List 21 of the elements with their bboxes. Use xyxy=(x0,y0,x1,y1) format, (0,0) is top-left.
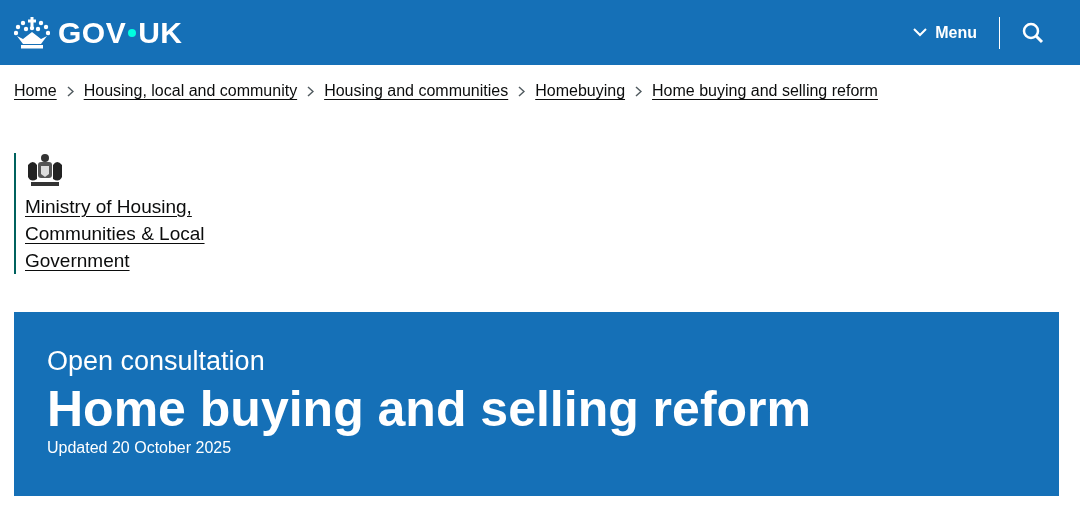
chevron-down-icon xyxy=(913,28,928,37)
dot-icon xyxy=(128,28,137,37)
menu-button[interactable]: Menu xyxy=(913,23,999,42)
page-caption: Open consultation xyxy=(47,346,266,377)
organisation-link[interactable]: Ministry of Housing, Communities & Local Government xyxy=(25,193,205,274)
breadcrumb-link[interactable]: Home buying and selling reform xyxy=(652,82,878,100)
search-icon xyxy=(1022,21,1044,44)
chevron-icon xyxy=(635,85,643,97)
chevron-icon xyxy=(66,85,74,97)
govuk-logo[interactable]: GOV UK xyxy=(14,15,183,50)
organisation-logo[interactable]: Ministry of Housing, Communities & Local Government xyxy=(14,153,1080,274)
chevron-icon xyxy=(518,85,526,97)
updated-date: Updated 20 October 2025 xyxy=(47,439,233,457)
chevron-icon xyxy=(307,85,315,97)
page-title: Home buying and selling reform xyxy=(47,381,812,437)
crown-icon xyxy=(14,16,50,49)
coat-of-arms-icon xyxy=(25,153,65,189)
breadcrumb-link[interactable]: Housing and communities xyxy=(324,82,509,100)
breadcrumb-link[interactable]: Homebuying xyxy=(535,82,626,100)
breadcrumb-link[interactable]: Housing, local and community xyxy=(83,82,298,100)
breadcrumb-link[interactable]: Home xyxy=(14,82,57,100)
